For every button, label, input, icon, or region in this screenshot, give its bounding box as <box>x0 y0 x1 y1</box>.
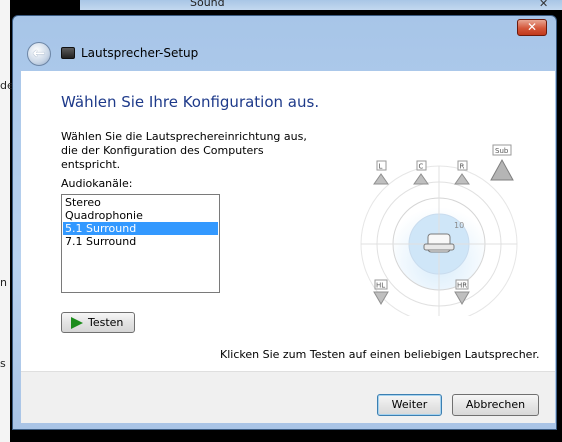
channel-option-quadrophonie[interactable]: Quadrophonie <box>63 209 218 222</box>
speaker-label-hr: HR <box>457 282 467 290</box>
channel-option-stereo[interactable]: Stereo <box>63 196 218 209</box>
speaker-subwoofer[interactable]: Sub <box>490 144 514 181</box>
speaker-center[interactable]: C <box>413 160 429 185</box>
channel-option-5-1-surround[interactable]: 5.1 Surround <box>63 222 218 235</box>
background-close-icon[interactable]: ✕ <box>539 0 548 10</box>
left-background-strip <box>0 0 10 442</box>
channel-option-7-1-surround[interactable]: 7.1 Surround <box>63 235 218 248</box>
close-button[interactable]: ✕ <box>517 19 547 36</box>
speaker-label-c: C <box>419 163 424 171</box>
background-window-title: Sound <box>190 0 225 9</box>
dialog-footer: Weiter Abbrechen <box>21 371 555 423</box>
speaker-left[interactable]: L <box>373 160 389 185</box>
left-partial-text: n <box>0 276 7 289</box>
page-heading: Wählen Sie Ihre Konfiguration aus. <box>61 93 320 111</box>
next-button[interactable]: Weiter <box>377 394 442 416</box>
test-button[interactable]: Testen <box>61 312 135 333</box>
audio-channels-label: Audiokanäle: <box>61 177 133 190</box>
audio-channels-listbox[interactable]: Stereo Quadrophonie 5.1 Surround 7.1 Sur… <box>61 194 220 293</box>
speaker-label-l: L <box>379 163 383 171</box>
speaker-label-sub: Sub <box>495 147 509 155</box>
speaker-setup-icon <box>61 47 75 59</box>
speaker-label-hl: HL <box>376 282 385 290</box>
speaker-layout-diagram: 10 L C R Sub HL HR <box>360 144 518 316</box>
cancel-button[interactable]: Abbrechen <box>452 394 539 416</box>
dialog-content: Wählen Sie Ihre Konfiguration aus. Wähle… <box>21 71 555 371</box>
dialog-header: ← Lautsprecher-Setup <box>13 38 556 68</box>
play-icon <box>71 317 83 329</box>
background-window-titlebar: Sound ✕ <box>80 0 562 10</box>
instruction-text: Wählen Sie die Lautsprechereinrichtung a… <box>61 130 307 171</box>
test-hint-text: Klicken Sie zum Testen auf einen beliebi… <box>220 348 540 361</box>
speaker-rear-left[interactable]: HL <box>373 279 389 305</box>
speaker-right[interactable]: R <box>454 160 470 185</box>
left-partial-text: s <box>0 357 6 370</box>
speaker-label-r: R <box>460 163 465 171</box>
dialog-title: Lautsprecher-Setup <box>81 46 199 60</box>
back-arrow-icon: ← <box>32 44 46 62</box>
svg-text:10: 10 <box>454 221 464 230</box>
test-button-label: Testen <box>88 316 124 329</box>
back-button[interactable]: ← <box>27 42 51 66</box>
speaker-rear-right[interactable]: HR <box>454 279 470 305</box>
